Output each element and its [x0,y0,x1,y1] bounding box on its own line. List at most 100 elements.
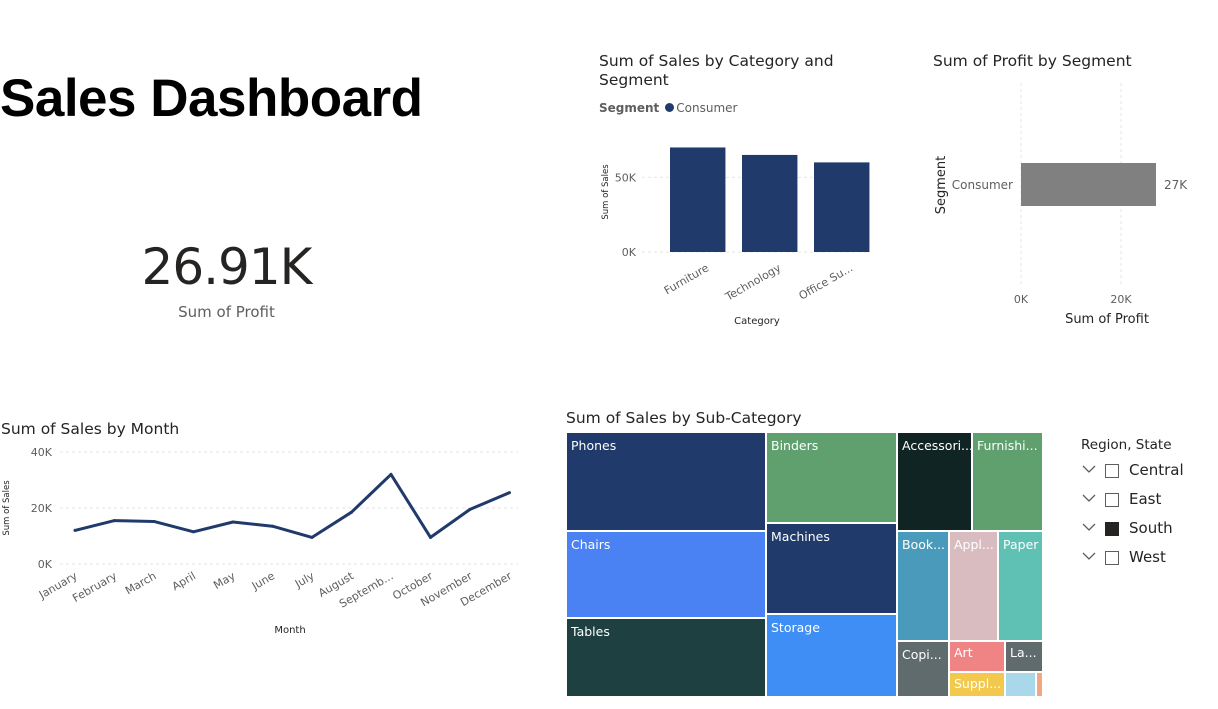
month-sales-chart[interactable]: 0K20K40KJanuaryFebruary March April May June… [0,440,530,640]
chevron-down-icon[interactable] [1081,519,1097,535]
checkbox[interactable] [1105,464,1119,478]
x-tick-label: May [211,569,238,592]
x-tick-label: March [123,569,159,597]
treemap-cell-label: Storage [771,620,820,635]
chevron-down-icon[interactable] [1081,548,1097,564]
treemap-cell-label: Suppl... [954,676,1002,691]
legend-dot-icon [665,103,675,112]
checkbox[interactable] [1105,551,1119,565]
treemap-cell-label: Machines [771,529,830,544]
slicer-item-east[interactable]: East [1081,488,1211,512]
x-tick-label: Technology [722,261,783,304]
slicer-item-south[interactable]: South [1081,517,1211,541]
y-tick-label: 40K [31,446,53,459]
slicer-item-label: East [1129,490,1162,508]
treemap-cell[interactable]: Art [949,641,1005,672]
legend-title: Segment [599,101,660,115]
treemap-cell-label: Furnishi... [977,438,1038,453]
treemap-cell[interactable]: Paper [998,531,1043,641]
checkbox[interactable] [1105,522,1119,536]
treemap-cell[interactable]: La... [1005,641,1043,672]
bar-2[interactable] [814,162,870,252]
treemap-cell-label: Paper [1003,537,1039,552]
treemap-cell[interactable]: Machines [766,523,897,614]
x-tick-label: July [292,569,317,591]
x-tick-label: Office Su... [797,261,856,302]
y-axis-title: Sum of Sales [601,164,611,220]
x-tick-label: April [170,569,198,593]
x-axis-title: Month [274,625,305,636]
slicer-item-central[interactable]: Central [1081,459,1211,483]
x-tick-label: Furniture [662,261,711,297]
x-tick-label: 0K [1014,293,1029,306]
x-tick-label: June [249,569,277,593]
chevron-down-icon[interactable] [1081,490,1097,506]
treemap-cell-label: Appl... [954,537,994,552]
kpi-value: 26.91K [141,238,313,296]
data-point[interactable] [350,510,353,514]
month-chart-title: Sum of Sales by Month [1,420,180,438]
y-axis-title: Sum of Sales [2,480,12,536]
y-tick-label: 0K [622,246,637,259]
data-point[interactable] [389,472,393,476]
treemap-cell[interactable] [1036,672,1043,697]
treemap-cell[interactable]: Storage [766,614,897,697]
data-point[interactable] [192,530,195,534]
y-tick-label: 50K [615,171,637,184]
category-chart-legend[interactable]: Segment Consumer [599,101,738,115]
legend-item-consumer: Consumer [676,101,738,115]
data-point[interactable] [113,519,116,523]
treemap-cell[interactable]: Chairs [566,531,766,618]
bar-0[interactable] [670,147,726,252]
slicer-item-label: Central [1129,461,1184,479]
y-axis-title: Segment [934,156,949,215]
segment-profit-chart[interactable]: 0K 20K Consumer 27K Segment Sum of Profit [925,75,1205,335]
chevron-down-icon[interactable] [1081,461,1097,477]
treemap-title: Sum of Sales by Sub-Category [566,409,802,427]
treemap-cell-label: Phones [571,438,617,453]
segment-chart-title: Sum of Profit by Segment [933,52,1132,70]
treemap-cell[interactable]: Suppl... [949,672,1005,697]
y-tick-label: Consumer [952,178,1013,192]
treemap-cell[interactable] [1005,672,1036,697]
x-axis-title: Category [734,316,780,327]
treemap-cell[interactable]: Appl... [949,531,998,641]
category-sales-chart[interactable]: 0K 50K Furniture Technology Office Su... Sum … [590,125,880,340]
treemap-cell-label: La... [1010,645,1037,660]
category-chart-title: Sum of Sales by Category and Segment [599,52,834,90]
treemap-cell[interactable]: Binders [766,432,897,523]
treemap-cell[interactable]: Tables [566,618,766,697]
treemap-cell-label: Accessori... [902,438,972,453]
treemap-cell[interactable]: Phones [566,432,766,531]
x-tick-label: February [70,569,119,605]
slicer-item-label: South [1129,519,1173,537]
data-point[interactable] [310,535,314,539]
treemap-cell[interactable]: Book... [897,531,949,641]
sales-line[interactable] [74,472,511,539]
treemap-cell-label: Binders [771,438,819,453]
checkbox[interactable] [1105,493,1119,507]
slicer-title: Region, State [1081,437,1172,453]
data-point[interactable] [152,519,156,523]
slicer-item-label: West [1129,548,1166,566]
y-tick-label: 20K [31,502,53,515]
treemap-cell-label: Copi... [902,647,942,662]
data-point[interactable] [468,507,472,511]
treemap-cell[interactable]: Accessori... [897,432,972,531]
data-point[interactable] [429,535,432,539]
data-point[interactable] [508,491,511,495]
treemap-cell[interactable]: Copi... [897,641,949,697]
x-tick-label: 20K [1110,293,1132,306]
data-point[interactable] [231,520,235,524]
kpi-label: Sum of Profit [178,303,275,321]
subcategory-treemap[interactable]: Phones Chairs Tables Binders Machines Storage… [566,432,1043,697]
treemap-cell[interactable]: Furnishi... [972,432,1043,531]
y-tick-label: 0K [38,558,53,571]
page-title: Sales Dashboard [0,69,423,128]
data-point[interactable] [73,528,77,532]
slicer-item-west[interactable]: West [1081,546,1211,570]
data-point[interactable] [271,524,274,528]
category-chart-title-line2: Segment [599,71,669,89]
bar-1[interactable] [742,154,798,252]
bar-consumer[interactable] [1021,163,1156,206]
